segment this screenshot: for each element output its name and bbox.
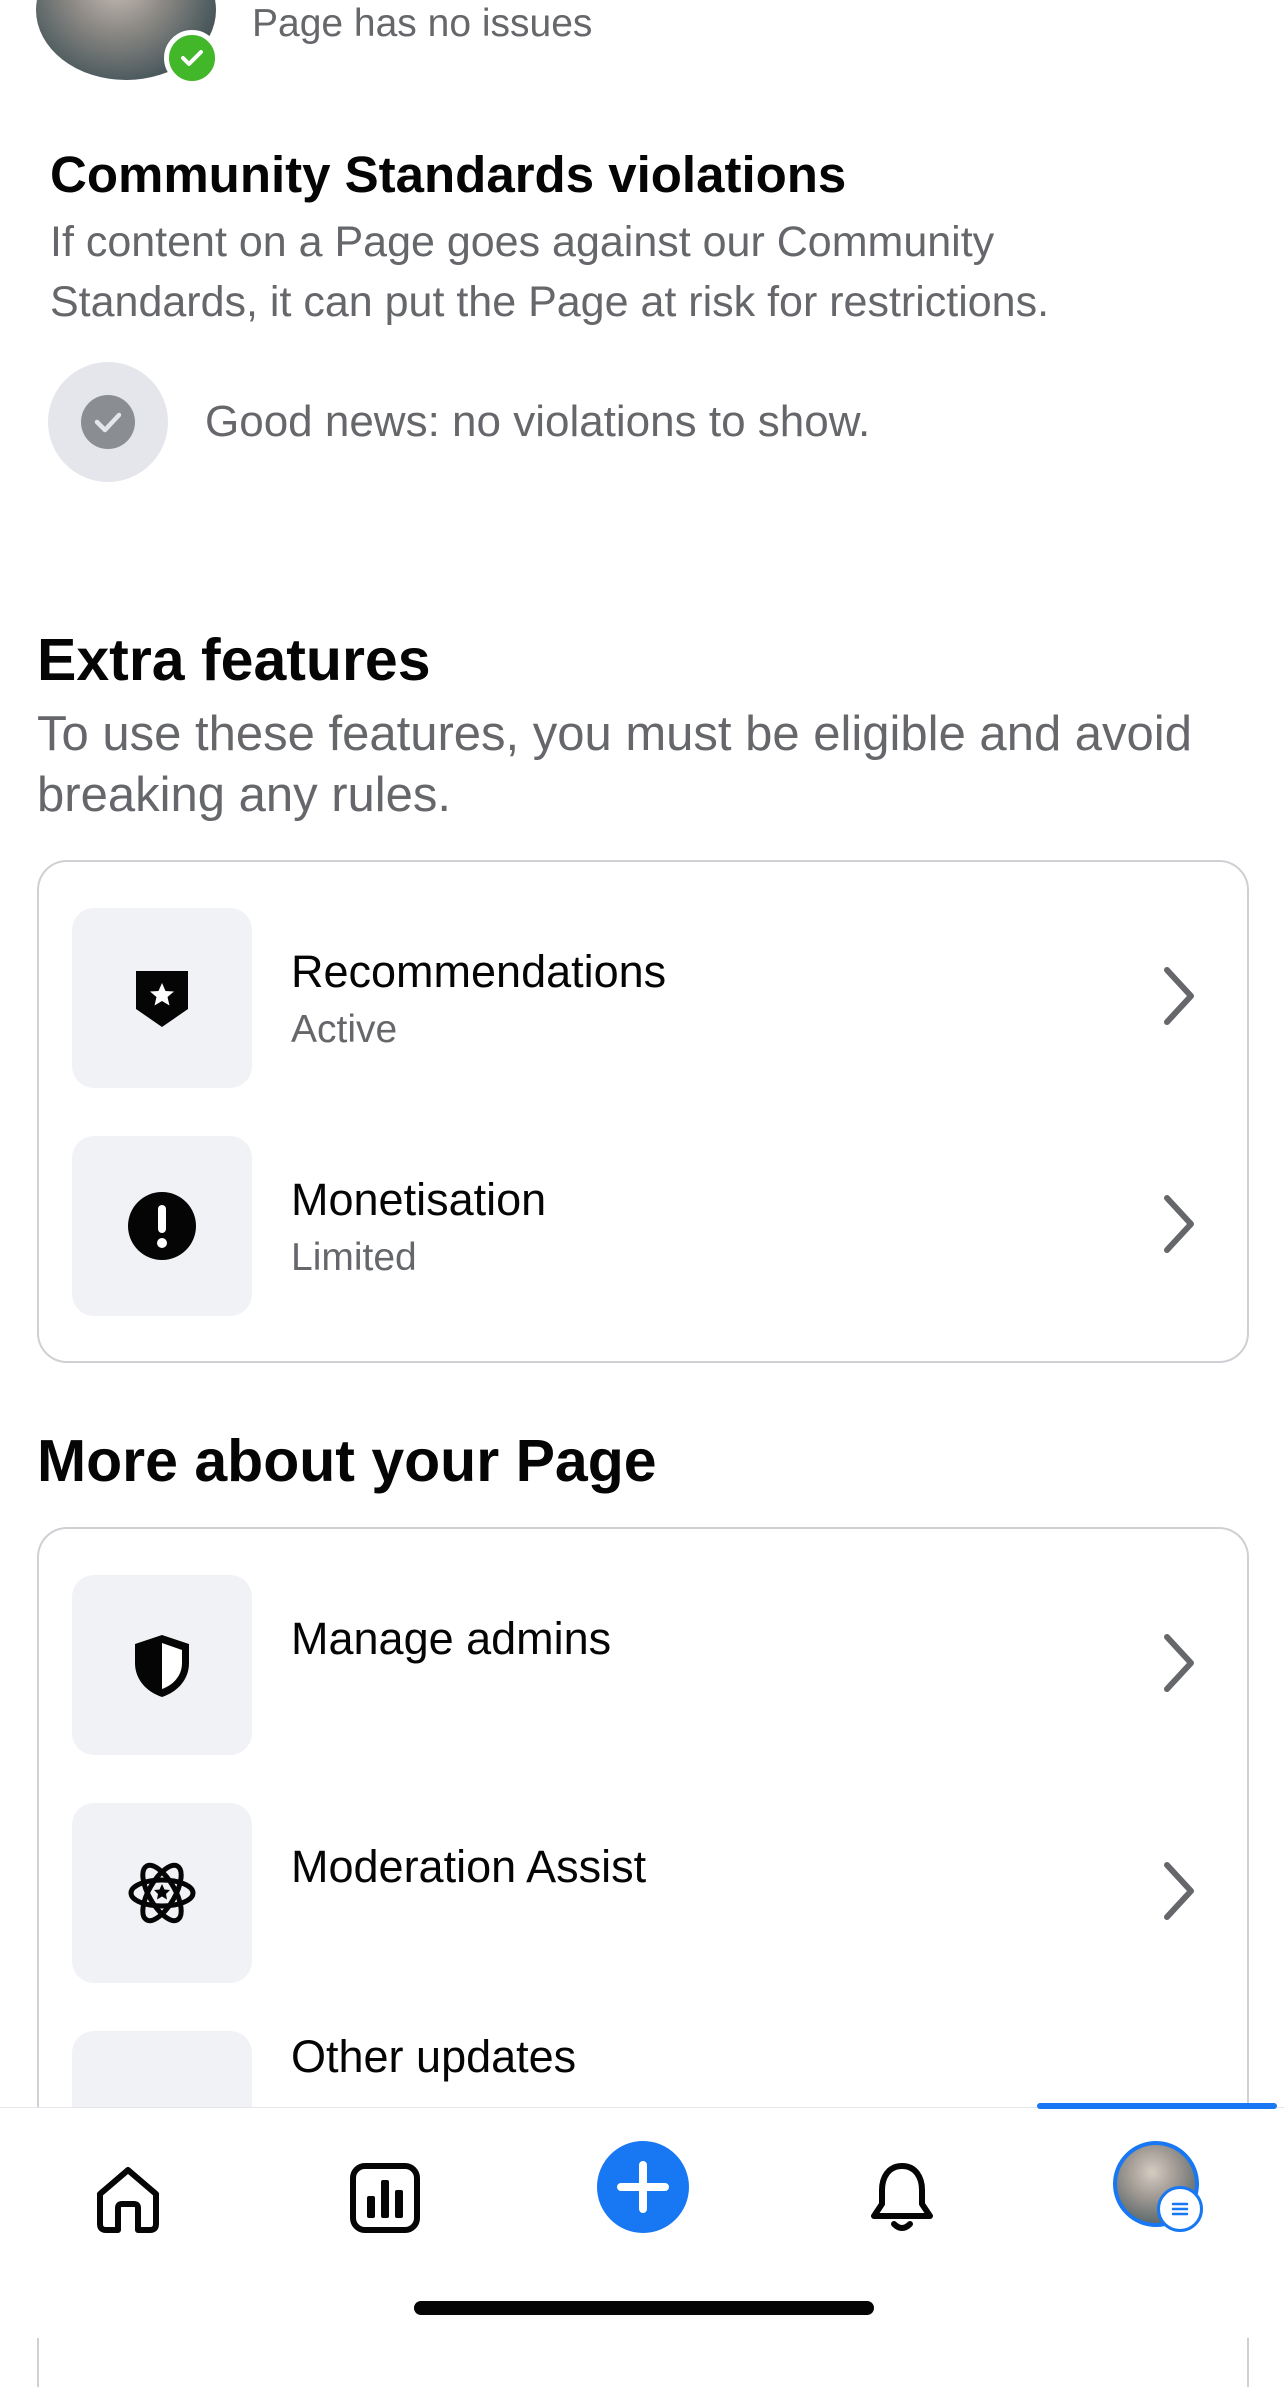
no-violations-text: Good news: no violations to show.: [205, 397, 871, 446]
monetisation-label: Monetisation: [291, 1174, 547, 1225]
recommendations-row[interactable]: Recommendations Active: [39, 908, 1247, 1088]
extra-features-card: Recommendations Active Monetisation Limi…: [37, 860, 1249, 1363]
chevron-right-icon: [1159, 964, 1199, 1033]
more-about-title: More about your Page: [37, 1428, 657, 1494]
atom-star-icon: [72, 1803, 252, 1983]
shield-icon: [72, 1575, 252, 1755]
chevron-right-icon: [1159, 1859, 1199, 1928]
active-tab-indicator: [1037, 2103, 1277, 2109]
other-updates-label: Other updates: [291, 2031, 577, 2082]
menu-lines-icon: [1157, 2186, 1203, 2232]
violations-title: Community Standards violations: [50, 146, 847, 203]
extra-features-description: To use these features, you must be eligi…: [37, 707, 1192, 822]
no-violations-check-icon: [48, 362, 168, 482]
extra-features-title: Extra features: [37, 627, 431, 693]
moderation-assist-row[interactable]: Moderation Assist: [39, 1803, 1247, 1983]
home-icon[interactable]: [73, 2143, 183, 2253]
moderation-assist-label: Moderation Assist: [291, 1841, 647, 1892]
recommendations-status: Active: [291, 1008, 398, 1051]
exclamation-circle-icon: [72, 1136, 252, 1316]
home-indicator: [414, 2301, 874, 2315]
recommendations-label: Recommendations: [291, 946, 667, 997]
verified-check-icon: [164, 30, 220, 86]
manage-admins-label: Manage admins: [291, 1613, 612, 1664]
shield-star-icon: [72, 908, 252, 1088]
violations-description: If content on a Page goes against our Co…: [50, 218, 1050, 326]
notifications-icon[interactable]: [847, 2143, 957, 2253]
chevron-right-icon: [1159, 1192, 1199, 1261]
insights-icon[interactable]: [330, 2143, 440, 2253]
monetisation-status: Limited: [291, 1236, 417, 1279]
create-icon[interactable]: [597, 2141, 689, 2233]
chevron-right-icon: [1159, 1631, 1199, 1700]
manage-admins-row[interactable]: Manage admins: [39, 1575, 1247, 1755]
monetisation-row[interactable]: Monetisation Limited: [39, 1136, 1247, 1316]
page-status-text: Page has no issues: [252, 2, 593, 45]
